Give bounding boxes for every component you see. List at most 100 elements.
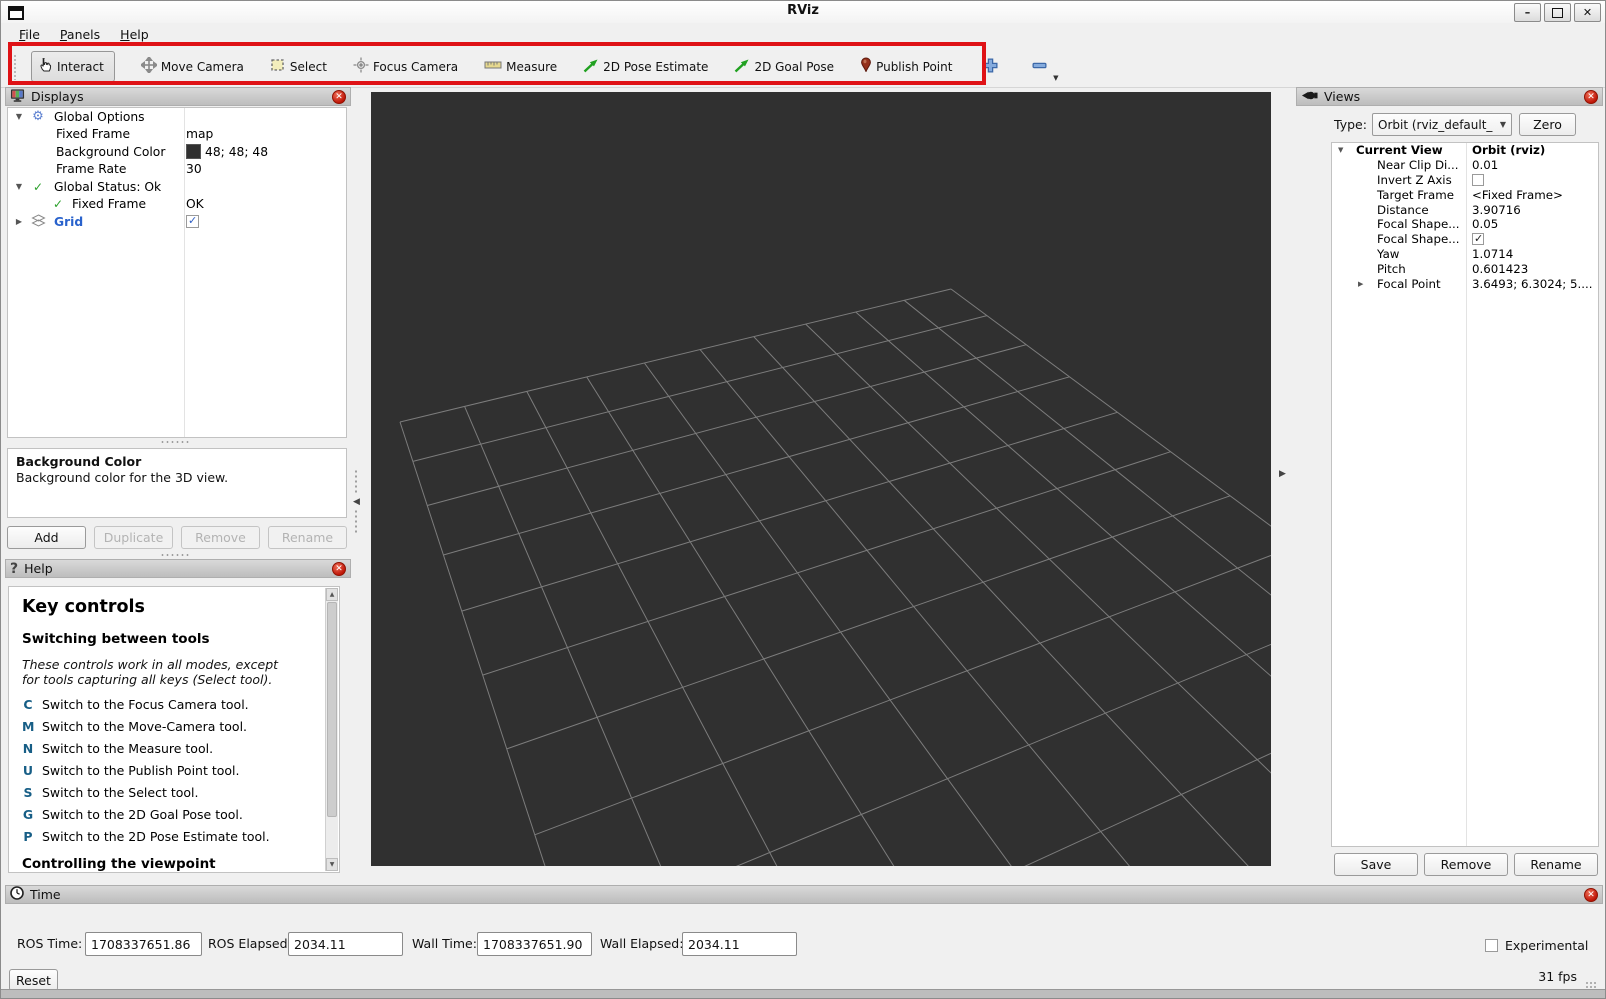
- splitter-handle[interactable]: [354, 469, 358, 495]
- remove-button[interactable]: Remove: [181, 526, 260, 549]
- wall-elapsed-label: Wall Elapsed:: [600, 932, 683, 956]
- focal-shape-checkbox[interactable]: [1472, 233, 1484, 245]
- crosshair-icon: [353, 57, 369, 76]
- toolbar-drag-handle[interactable]: [13, 54, 17, 80]
- rename-view-button[interactable]: Rename: [1514, 853, 1598, 876]
- chevron-right-icon[interactable]: ▶: [1358, 280, 1363, 288]
- scroll-down-icon[interactable]: ▼: [326, 858, 338, 871]
- tool-interact[interactable]: Interact: [31, 51, 115, 82]
- help-scrollbar[interactable]: ▲ ▼: [325, 588, 338, 871]
- tree-row-fixed-frame[interactable]: Fixed Frame map: [8, 126, 346, 144]
- tree-row-global-status[interactable]: ▼ ✓ Global Status: Ok: [8, 178, 346, 196]
- ros-elapsed-input[interactable]: [288, 932, 403, 956]
- view-type-dropdown[interactable]: Orbit (rviz_default_ ▼: [1372, 113, 1512, 136]
- chevron-down-icon[interactable]: ▼: [14, 112, 24, 121]
- help-panel-header[interactable]: ? Help ✕: [5, 559, 351, 578]
- displays-panel-header[interactable]: Displays ✕: [5, 87, 351, 106]
- grid-enabled-checkbox[interactable]: [186, 215, 199, 228]
- splitter-handle[interactable]: [160, 440, 190, 444]
- frame-rate-value[interactable]: 30: [186, 162, 202, 176]
- displays-close-icon[interactable]: ✕: [332, 90, 346, 104]
- tool-label: Publish Point: [876, 60, 952, 74]
- invert-z-checkbox[interactable]: [1472, 174, 1484, 186]
- ruler-icon: [484, 59, 502, 74]
- duplicate-button[interactable]: Duplicate: [94, 526, 173, 549]
- tree-row-focal-shape-fixed[interactable]: Focal Shape...: [1332, 232, 1598, 247]
- tree-row-fixed-frame-status[interactable]: ✓ Fixed Frame OK: [8, 196, 346, 214]
- help-heading: Key controls: [22, 597, 313, 617]
- ros-time-input[interactable]: [85, 932, 202, 956]
- tree-row-frame-rate[interactable]: Frame Rate 30: [8, 161, 346, 179]
- chevron-down-icon: ▼: [1500, 120, 1506, 129]
- chevron-right-icon[interactable]: ▶: [14, 217, 24, 226]
- views-close-icon[interactable]: ✕: [1584, 90, 1598, 104]
- collapse-left-icon[interactable]: ◀: [353, 497, 360, 507]
- menu-file[interactable]: File: [9, 25, 50, 44]
- render-view-3d[interactable]: [371, 92, 1271, 866]
- background-color-value[interactable]: 48; 48; 48: [186, 144, 268, 159]
- shortcut-row: NSwitch to the Measure tool.: [22, 741, 313, 756]
- help-panel-title: Help: [24, 561, 53, 576]
- tree-row-target-frame[interactable]: Target Frame <Fixed Frame>: [1332, 187, 1598, 202]
- tree-row-near-clip[interactable]: Near Clip Di... 0.01: [1332, 158, 1598, 173]
- fixed-frame-value[interactable]: map: [186, 127, 213, 141]
- save-button[interactable]: Save: [1334, 853, 1418, 876]
- tree-row-focal-point[interactable]: ▶ Focal Point 3.6493; 6.3024; 5....: [1332, 276, 1598, 291]
- tree-row-current-view[interactable]: ▼ Current View Orbit (rviz): [1332, 143, 1598, 158]
- tree-row-focal-shape-size[interactable]: Focal Shape... 0.05: [1332, 217, 1598, 232]
- left-dock-collapse[interactable]: ◀: [353, 469, 360, 535]
- tool-focus-camera[interactable]: Focus Camera: [353, 57, 458, 76]
- description-title: Background Color: [16, 454, 338, 469]
- time-panel-title: Time: [30, 887, 61, 902]
- dropdown-arrow-icon[interactable]: ▼: [1053, 74, 1058, 82]
- splitter-handle[interactable]: [354, 509, 358, 535]
- tool-label: Focus Camera: [373, 60, 458, 74]
- wall-elapsed-input[interactable]: [682, 932, 797, 956]
- remove-view-button[interactable]: Remove: [1424, 853, 1508, 876]
- time-panel-header[interactable]: Time ✕: [5, 885, 1603, 904]
- splitter-handle[interactable]: [160, 553, 190, 557]
- scroll-up-icon[interactable]: ▲: [326, 588, 338, 601]
- tree-row-pitch[interactable]: Pitch 0.601423: [1332, 261, 1598, 276]
- color-swatch[interactable]: [186, 144, 201, 159]
- reset-button[interactable]: Reset: [9, 969, 58, 991]
- zero-button[interactable]: Zero: [1519, 113, 1576, 136]
- tool-measure[interactable]: Measure: [484, 59, 557, 74]
- maximize-button[interactable]: [1544, 3, 1571, 22]
- menu-help[interactable]: Help: [110, 25, 159, 44]
- tree-row-grid[interactable]: ▶ Grid: [8, 213, 346, 231]
- rename-button[interactable]: Rename: [268, 526, 347, 549]
- tool-select[interactable]: Select: [270, 57, 327, 76]
- tree-row-background-color[interactable]: Background Color 48; 48; 48: [8, 143, 346, 161]
- scrollbar-thumb[interactable]: [327, 602, 337, 817]
- minus-icon: [1031, 57, 1048, 77]
- tool-2d-pose-estimate[interactable]: 2D Pose Estimate: [583, 57, 708, 76]
- tree-row-invert-z[interactable]: Invert Z Axis: [1332, 173, 1598, 188]
- type-label: Type:: [1334, 117, 1367, 132]
- chevron-down-icon[interactable]: ▼: [1338, 146, 1343, 154]
- experimental-checkbox[interactable]: [1485, 939, 1498, 952]
- add-button[interactable]: Add: [7, 526, 86, 549]
- close-button[interactable]: ✕: [1574, 3, 1601, 22]
- wall-time-input[interactable]: [477, 932, 592, 956]
- chevron-down-icon[interactable]: ▼: [14, 182, 24, 191]
- views-panel-header[interactable]: Views ✕: [1296, 87, 1603, 106]
- right-dock-collapse[interactable]: ▶: [1279, 469, 1286, 479]
- tree-row-distance[interactable]: Distance 3.90716: [1332, 202, 1598, 217]
- time-close-icon[interactable]: ✕: [1584, 888, 1598, 902]
- minimize-button[interactable]: –: [1514, 3, 1541, 22]
- shortcut-row: GSwitch to the 2D Goal Pose tool.: [22, 807, 313, 822]
- menu-panels[interactable]: Panels: [50, 25, 110, 44]
- add-tool-button[interactable]: [982, 57, 999, 77]
- tool-2d-goal-pose[interactable]: 2D Goal Pose: [734, 57, 834, 76]
- remove-tool-button[interactable]: ▼: [1031, 57, 1048, 77]
- clock-icon: [10, 886, 24, 903]
- tree-row-global-options[interactable]: ▼ ⚙ Global Options: [8, 108, 346, 126]
- help-close-icon[interactable]: ✕: [332, 562, 346, 576]
- collapse-right-icon[interactable]: ▶: [1279, 469, 1286, 479]
- tool-publish-point[interactable]: Publish Point: [860, 57, 952, 76]
- tree-row-yaw[interactable]: Yaw 1.0714: [1332, 247, 1598, 262]
- ros-time-label: ROS Time:: [17, 932, 82, 956]
- tool-move-camera[interactable]: Move Camera: [141, 57, 244, 76]
- tool-label: Interact: [57, 60, 104, 74]
